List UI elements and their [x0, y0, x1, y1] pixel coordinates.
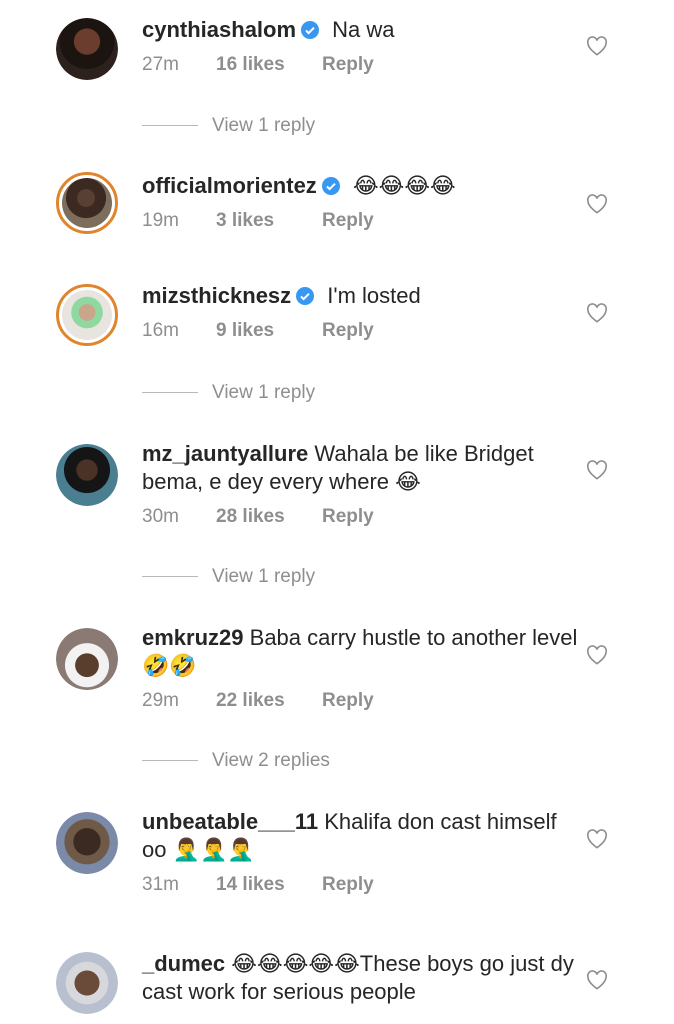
comment-time: 29m	[142, 690, 179, 711]
view-replies-button[interactable]: View 1 reply	[142, 566, 315, 588]
verified-badge-icon	[296, 287, 315, 305]
view-replies-label: View 2 replies	[212, 750, 330, 771]
username[interactable]: unbeatable___11	[142, 809, 318, 834]
username[interactable]: mz_jauntyallure	[142, 441, 308, 466]
avatar[interactable]	[56, 628, 118, 690]
likes-count[interactable]: 22 likes	[216, 690, 322, 712]
heart-outline-icon[interactable]	[586, 829, 608, 849]
avatar[interactable]	[56, 18, 118, 80]
divider	[142, 760, 198, 762]
divider	[142, 125, 198, 127]
heart-outline-icon[interactable]	[586, 645, 608, 665]
heart-outline-icon[interactable]	[586, 970, 608, 990]
username[interactable]: _dumec	[142, 951, 225, 976]
view-replies-label: View 1 reply	[212, 115, 316, 136]
comment-text: Na wa	[332, 17, 395, 42]
avatar[interactable]	[56, 284, 118, 346]
heart-outline-icon[interactable]	[586, 36, 608, 56]
comment-time: 16m	[142, 320, 179, 341]
heart-outline-icon[interactable]	[586, 460, 608, 480]
comment-time: 30m	[142, 506, 179, 527]
divider	[142, 392, 198, 394]
avatar[interactable]	[56, 952, 118, 1014]
comment-time: 19m	[142, 210, 179, 231]
username[interactable]: cynthiashalom	[142, 17, 296, 42]
verified-badge-icon	[321, 177, 340, 195]
reply-button[interactable]: Reply	[322, 54, 374, 76]
reply-button[interactable]: Reply	[322, 320, 374, 342]
likes-count[interactable]: 9 likes	[216, 320, 322, 342]
likes-count[interactable]: 14 likes	[216, 874, 322, 896]
view-replies-button[interactable]: View 1 reply	[142, 115, 315, 137]
reply-button[interactable]: Reply	[322, 210, 374, 232]
username[interactable]: officialmorientez	[142, 173, 317, 198]
avatar[interactable]	[56, 812, 118, 874]
username[interactable]: mizsthicknesz	[142, 283, 291, 308]
comment-time: 31m	[142, 874, 179, 895]
comment-time: 27m	[142, 54, 179, 75]
heart-outline-icon[interactable]	[586, 194, 608, 214]
divider	[142, 576, 198, 578]
likes-count[interactable]: 3 likes	[216, 210, 322, 232]
view-replies-label: View 1 reply	[212, 566, 316, 587]
username[interactable]: emkruz29	[142, 625, 244, 650]
likes-count[interactable]: 16 likes	[216, 54, 322, 76]
comment-text: 😂😂😂😂	[352, 173, 456, 198]
view-replies-label: View 1 reply	[212, 382, 316, 403]
view-replies-button[interactable]: View 1 reply	[142, 382, 315, 404]
reply-button[interactable]: Reply	[322, 874, 374, 896]
avatar[interactable]	[56, 172, 118, 234]
comment-text: I'm losted	[327, 283, 421, 308]
verified-badge-icon	[301, 21, 320, 39]
heart-outline-icon[interactable]	[586, 303, 608, 323]
reply-button[interactable]: Reply	[322, 506, 374, 528]
view-replies-button[interactable]: View 2 replies	[142, 750, 330, 772]
avatar[interactable]	[56, 444, 118, 506]
likes-count[interactable]: 28 likes	[216, 506, 322, 528]
reply-button[interactable]: Reply	[322, 690, 374, 712]
